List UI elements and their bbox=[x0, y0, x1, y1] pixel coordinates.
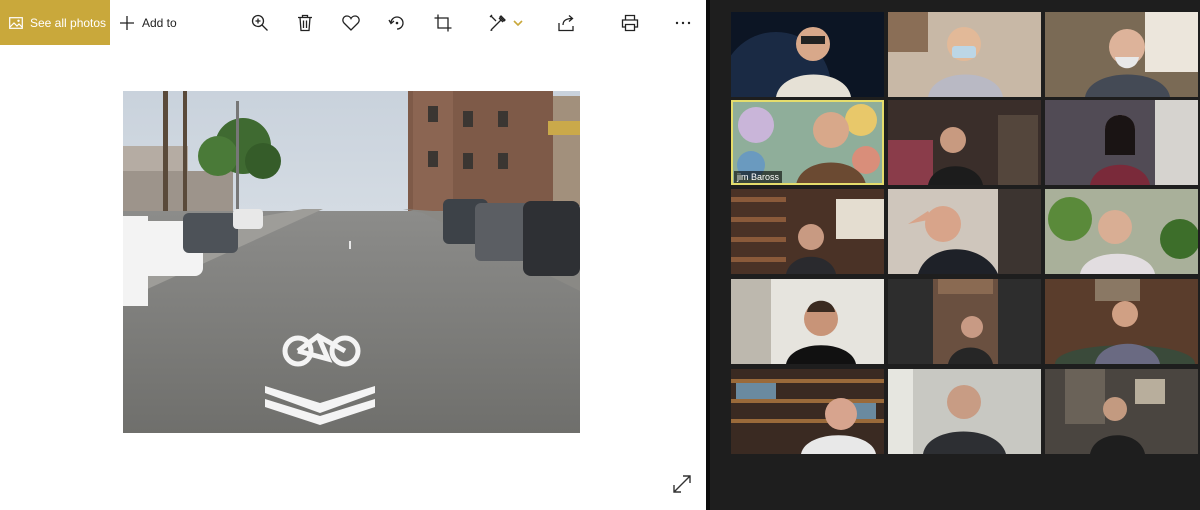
plus-icon bbox=[120, 15, 134, 30]
participant-tile[interactable] bbox=[888, 369, 1041, 454]
photos-app-window: See all photos Add to bbox=[0, 0, 706, 510]
delete-icon[interactable] bbox=[294, 12, 316, 34]
more-icon[interactable] bbox=[672, 12, 694, 34]
participant-tile[interactable] bbox=[888, 189, 1041, 274]
active-speaker-name: jim Baross bbox=[734, 171, 783, 183]
participant-tile[interactable] bbox=[1045, 12, 1198, 97]
add-to-button[interactable]: Add to bbox=[120, 0, 177, 45]
participant-tile-active-speaker[interactable]: jim Baross bbox=[731, 100, 884, 185]
expand-icon[interactable] bbox=[672, 474, 694, 496]
participant-tile[interactable] bbox=[1045, 189, 1198, 274]
zoom-in-icon[interactable] bbox=[249, 12, 271, 34]
print-icon[interactable] bbox=[619, 12, 641, 34]
zoom-gallery-view: jim Baross bbox=[710, 0, 1200, 510]
participant-tile[interactable] bbox=[731, 369, 884, 454]
street-photo bbox=[123, 91, 580, 433]
crop-icon[interactable] bbox=[432, 12, 454, 34]
participant-tile[interactable] bbox=[1045, 279, 1198, 364]
participant-tile[interactable] bbox=[888, 279, 1041, 364]
participant-tile[interactable] bbox=[888, 100, 1041, 185]
participant-tile[interactable] bbox=[731, 279, 884, 364]
photos-icon bbox=[9, 16, 23, 29]
see-all-photos-button[interactable]: See all photos bbox=[0, 0, 110, 45]
participant-tile[interactable] bbox=[731, 12, 884, 97]
participant-tile[interactable] bbox=[731, 189, 884, 274]
add-to-label: Add to bbox=[142, 15, 177, 30]
heart-icon[interactable] bbox=[340, 12, 362, 34]
participant-tile[interactable] bbox=[1045, 100, 1198, 185]
chevron-down-icon[interactable] bbox=[508, 12, 528, 34]
share-icon[interactable] bbox=[556, 12, 578, 34]
participant-tile[interactable] bbox=[888, 12, 1041, 97]
rotate-icon[interactable] bbox=[386, 12, 408, 34]
photos-toolbar: See all photos Add to bbox=[0, 0, 706, 45]
see-all-photos-label: See all photos bbox=[30, 15, 107, 30]
participant-tile[interactable] bbox=[1045, 369, 1198, 454]
edit-icon[interactable] bbox=[487, 12, 509, 34]
